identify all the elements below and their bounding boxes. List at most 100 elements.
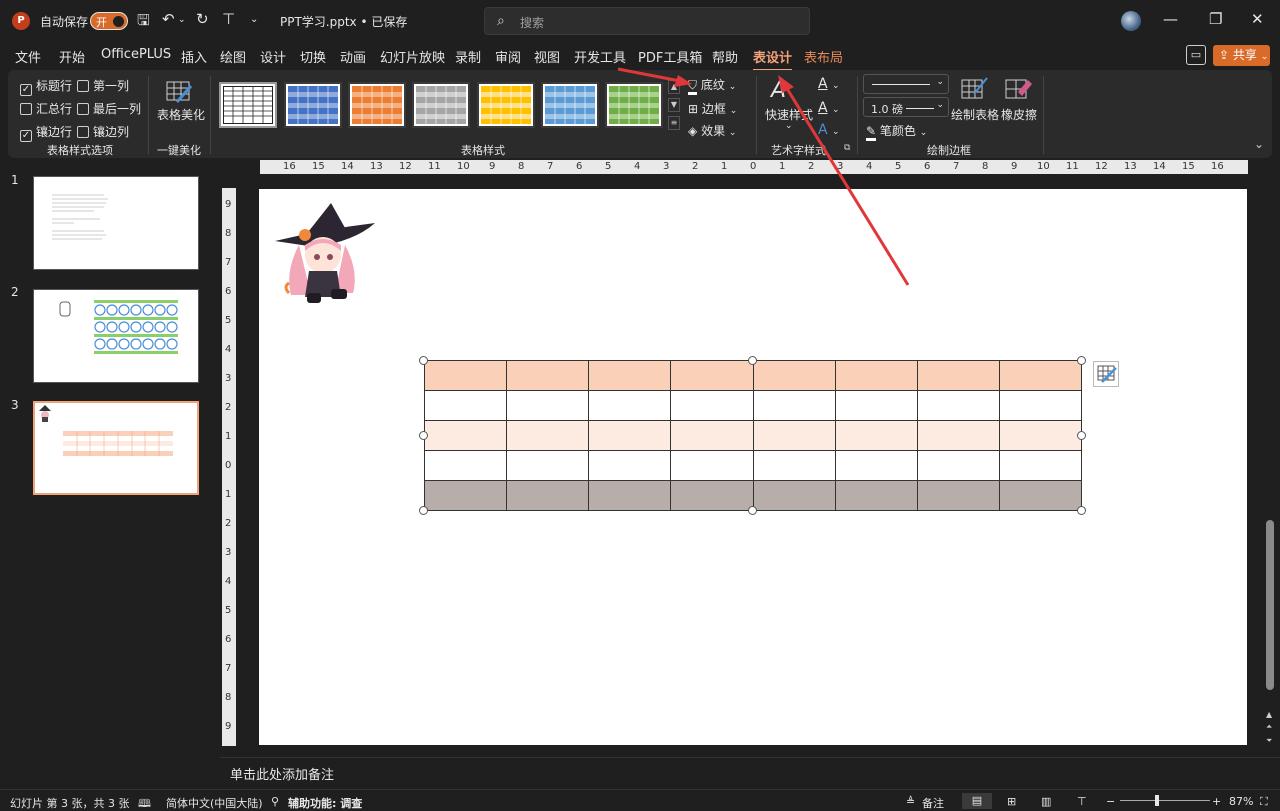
table-cell[interactable]: [588, 450, 672, 481]
banded-columns-checkbox[interactable]: 镶边列: [77, 123, 129, 140]
table-cell[interactable]: [506, 390, 590, 421]
slide-table[interactable]: [423, 360, 1083, 511]
slide-thumbnail-2[interactable]: [33, 289, 199, 383]
last-column-checkbox[interactable]: 最后一列: [77, 100, 141, 117]
tab-file[interactable]: 文件: [15, 47, 41, 66]
header-row-checkbox[interactable]: ✓ 标题行: [20, 77, 72, 96]
resize-handle-top-middle[interactable]: [748, 356, 757, 365]
notes-pane[interactable]: 单击此处添加备注: [220, 757, 1280, 789]
table-cell[interactable]: [998, 480, 1083, 511]
table-cell[interactable]: [423, 390, 508, 421]
fit-to-window-icon[interactable]: ⛶: [1260, 795, 1268, 809]
table-cell[interactable]: [670, 360, 754, 391]
resize-handle-bottom-left[interactable]: [419, 506, 428, 515]
table-cell[interactable]: [916, 450, 1000, 481]
resize-handle-bottom-right[interactable]: [1077, 506, 1086, 515]
table-style-swatch-orange[interactable]: [348, 82, 406, 128]
prev-slide-icon[interactable]: ⏶: [1266, 722, 1272, 732]
undo-dropdown-icon[interactable]: ⌄: [178, 15, 186, 25]
zoom-out-icon[interactable]: −: [1106, 795, 1115, 808]
customize-toolbar-icon[interactable]: ⌄: [250, 14, 258, 25]
save-icon[interactable]: 🖫: [137, 10, 150, 35]
table-cell[interactable]: [916, 360, 1000, 391]
resize-handle-bottom-middle[interactable]: [748, 506, 757, 515]
table-beautify-icon[interactable]: [165, 80, 193, 106]
search-input[interactable]: 搜索: [520, 14, 544, 31]
comments-icon[interactable]: ▭: [1186, 45, 1206, 65]
resize-handle-middle-left[interactable]: [419, 431, 428, 440]
autosave-toggle[interactable]: 开: [90, 12, 128, 30]
table-cell[interactable]: [916, 390, 1000, 421]
tab-draw[interactable]: 绘图: [220, 47, 246, 66]
table-cell[interactable]: [834, 390, 918, 421]
document-title[interactable]: PPT学习.pptx • 已保存: [280, 13, 407, 30]
table-cell[interactable]: [752, 450, 836, 481]
table-cell[interactable]: [752, 480, 836, 511]
table-cell[interactable]: [834, 420, 918, 451]
tab-animations[interactable]: 动画: [340, 47, 366, 66]
tab-officeplus[interactable]: OfficePLUS: [101, 47, 171, 62]
scroll-up-arrow-icon[interactable]: ▲: [1266, 710, 1272, 719]
table-cell[interactable]: [752, 360, 836, 391]
tab-record[interactable]: 录制: [455, 47, 481, 66]
table-cell[interactable]: [834, 480, 918, 511]
minimize-icon[interactable]: —: [1163, 10, 1178, 28]
spelling-check-icon[interactable]: 🕮: [138, 795, 151, 811]
eraser-button[interactable]: 橡皮擦: [1001, 106, 1037, 123]
table-cell[interactable]: [752, 420, 836, 451]
resize-handle-middle-right[interactable]: [1077, 431, 1086, 440]
collapse-ribbon-icon[interactable]: ⌄: [1254, 137, 1264, 151]
tab-review[interactable]: 审阅: [495, 47, 521, 66]
accessibility-status[interactable]: 辅助功能: 调查: [288, 795, 362, 811]
table-beautify-button[interactable]: 表格美化: [157, 106, 205, 123]
normal-view-icon[interactable]: ▤: [962, 793, 992, 809]
table-cell[interactable]: [506, 480, 590, 511]
table-cell[interactable]: [423, 450, 508, 481]
table-cell[interactable]: [670, 450, 754, 481]
table-cell[interactable]: [670, 390, 754, 421]
reading-view-icon[interactable]: ▥: [1041, 795, 1051, 808]
present-icon[interactable]: ⊤: [222, 10, 235, 28]
resize-handle-top-right[interactable]: [1077, 356, 1086, 365]
table-style-swatch-plain[interactable]: [219, 82, 277, 128]
table-beautify-float-icon[interactable]: [1093, 361, 1119, 387]
resize-handle-top-left[interactable]: [419, 356, 428, 365]
table-cell[interactable]: [834, 450, 918, 481]
tab-design[interactable]: 设计: [260, 47, 286, 66]
draw-table-icon[interactable]: [960, 76, 988, 102]
table-cell[interactable]: [998, 360, 1083, 391]
eraser-icon[interactable]: [1004, 76, 1032, 102]
zoom-slider-thumb[interactable]: [1155, 795, 1159, 806]
language-indicator[interactable]: 简体中文(中国大陆): [166, 795, 263, 811]
table-cell[interactable]: [670, 480, 754, 511]
zoom-slider-track[interactable]: [1120, 800, 1210, 801]
table-style-swatch-gray[interactable]: [412, 82, 470, 128]
table-cell[interactable]: [423, 420, 508, 451]
search-box[interactable]: ⌕ 搜索: [484, 7, 810, 35]
total-row-checkbox[interactable]: 汇总行: [20, 100, 72, 117]
undo-icon[interactable]: ↶: [162, 10, 175, 28]
notes-toggle-button[interactable]: 备注: [922, 795, 944, 811]
redo-icon[interactable]: ↻: [196, 10, 209, 28]
tab-view[interactable]: 视图: [534, 47, 560, 66]
table-cell[interactable]: [506, 450, 590, 481]
banded-rows-checkbox[interactable]: ✓ 镶边行: [20, 123, 72, 142]
slide-thumbnail-1[interactable]: [33, 176, 199, 270]
table-cell[interactable]: [588, 420, 672, 451]
share-button[interactable]: ⇪ 共享 ⌄: [1213, 45, 1270, 66]
slide-thumbnail-3[interactable]: [31, 399, 201, 497]
table-style-swatch-gold[interactable]: [477, 82, 535, 128]
accessibility-icon[interactable]: ⚲: [271, 795, 279, 808]
tab-slideshow[interactable]: 幻灯片放映: [380, 47, 445, 66]
first-column-checkbox[interactable]: 第一列: [77, 77, 129, 94]
table-cell[interactable]: [670, 420, 754, 451]
title-chevron-down-icon[interactable]: ⌄: [396, 14, 404, 25]
table-style-swatch-blue[interactable]: [284, 82, 342, 128]
table-cell[interactable]: [998, 420, 1083, 451]
next-slide-icon[interactable]: ⏷: [1266, 736, 1272, 746]
table-cell[interactable]: [916, 480, 1000, 511]
table-cell[interactable]: [752, 390, 836, 421]
table-cell[interactable]: [834, 360, 918, 391]
zoom-level[interactable]: 87%: [1229, 795, 1253, 808]
table-cell[interactable]: [588, 390, 672, 421]
